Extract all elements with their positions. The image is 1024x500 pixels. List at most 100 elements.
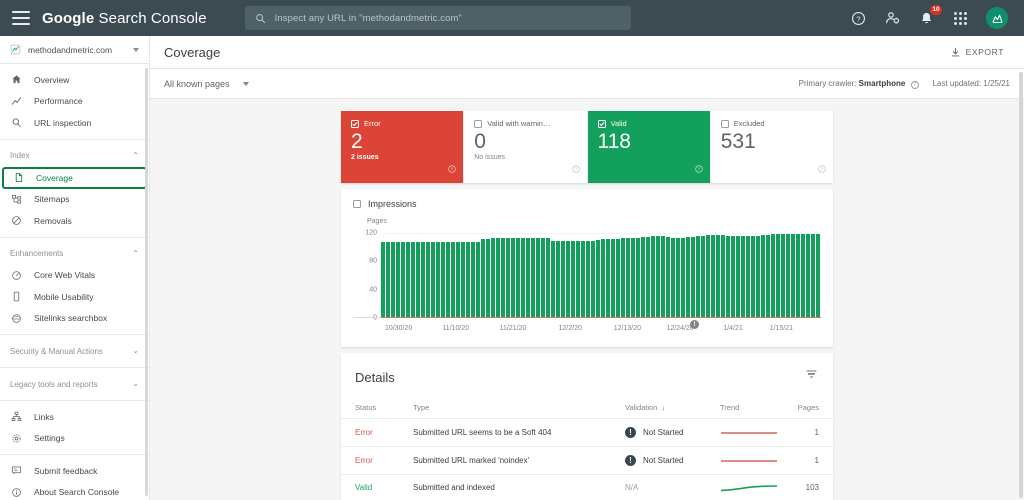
chart-bar[interactable]: [656, 236, 661, 317]
chart-bar[interactable]: [621, 238, 626, 317]
chart-bar[interactable]: [511, 237, 516, 317]
chart-bar[interactable]: [721, 234, 726, 317]
chart-bar[interactable]: [636, 237, 641, 317]
sidebar-item-sitemaps[interactable]: Sitemaps: [0, 189, 149, 211]
chart-bar[interactable]: [671, 237, 676, 317]
chart-bar[interactable]: [406, 242, 411, 317]
table-row[interactable]: Error Submitted URL seems to be a Soft 4…: [341, 418, 833, 447]
chart-bar[interactable]: [641, 237, 646, 317]
chart-bar[interactable]: [756, 235, 761, 317]
chart-bar[interactable]: [476, 242, 481, 317]
help-circle-icon[interactable]: ?: [571, 160, 580, 178]
chart-bar[interactable]: [811, 233, 816, 317]
chart-bar[interactable]: [806, 233, 811, 317]
chart-bar[interactable]: [446, 242, 451, 317]
chart-bar[interactable]: [466, 242, 471, 317]
chart-bar[interactable]: [816, 233, 821, 317]
column-header-status[interactable]: Status: [341, 399, 413, 419]
chart-bar[interactable]: [706, 234, 711, 317]
chart-bar[interactable]: [536, 237, 541, 317]
chart-bar[interactable]: [436, 242, 441, 317]
apps-grid-icon[interactable]: [952, 10, 969, 27]
sidebar-item-coverage[interactable]: Coverage: [2, 166, 147, 189]
chevron-down-icon[interactable]: ⌄: [132, 380, 139, 388]
search-input[interactable]: [274, 12, 621, 24]
chart-bar[interactable]: [686, 237, 691, 317]
chart-bar[interactable]: [676, 237, 681, 317]
checkbox-checked-icon[interactable]: [597, 119, 606, 128]
notifications-bell-icon[interactable]: 10: [918, 4, 942, 27]
property-selector[interactable]: methodandmetric.com: [0, 36, 149, 64]
chevron-down-icon[interactable]: [133, 47, 139, 52]
chart-bar[interactable]: [801, 233, 806, 317]
chart-bar[interactable]: [421, 242, 426, 317]
url-inspection-search[interactable]: [244, 6, 631, 30]
checkbox-unchecked-icon[interactable]: [474, 119, 483, 128]
chart-bar[interactable]: [501, 238, 506, 317]
chart-bar[interactable]: [531, 237, 536, 317]
account-settings-icon[interactable]: [884, 10, 901, 27]
chart-bar[interactable]: [566, 241, 571, 317]
chart-bar[interactable]: [506, 237, 511, 317]
chart-bar[interactable]: [601, 239, 606, 317]
table-row[interactable]: Error Submitted URL marked 'noindex' ! N…: [341, 446, 833, 475]
chart-bar[interactable]: [781, 234, 786, 317]
chart-bar[interactable]: [611, 239, 616, 317]
chart-bar[interactable]: [761, 234, 766, 317]
funnel-filter-icon[interactable]: [802, 365, 821, 389]
known-pages-dropdown[interactable]: All known pages: [164, 79, 249, 89]
help-circle-icon[interactable]: ?: [910, 80, 919, 89]
chart-bar[interactable]: [411, 242, 416, 317]
sidebar-group-legacy-tools[interactable]: Legacy tools and reports ⌄: [0, 373, 149, 395]
chart-bar[interactable]: [571, 241, 576, 317]
chart-bar[interactable]: [471, 242, 476, 317]
chart-bar[interactable]: [556, 241, 561, 317]
sidebar-item-submit-feedback[interactable]: Submit feedback: [0, 460, 149, 482]
chart-bar[interactable]: [481, 239, 486, 317]
chart-bar[interactable]: [741, 236, 746, 317]
chart-bar[interactable]: [496, 238, 501, 317]
chart-bar[interactable]: [651, 236, 656, 317]
sidebar-item-performance[interactable]: Performance: [0, 91, 149, 113]
chart-bar[interactable]: [666, 237, 671, 317]
chart-bar[interactable]: [696, 236, 701, 317]
chart-bar[interactable]: [486, 239, 491, 317]
chart-bar[interactable]: [731, 236, 736, 317]
chart-bar[interactable]: [726, 235, 731, 317]
sidebar-item-url-inspection[interactable]: URL inspection: [0, 112, 149, 134]
sidebar-group-index[interactable]: Index ⌃: [0, 145, 149, 167]
chart-bar[interactable]: [461, 242, 466, 317]
chart-bar[interactable]: [526, 237, 531, 317]
sidebar-scroll-region[interactable]: Overview Performance URL inspection Inde…: [0, 64, 149, 500]
chart-bar[interactable]: [381, 242, 386, 317]
chevron-down-icon[interactable]: [242, 81, 249, 86]
column-header-validation[interactable]: Validation ↓: [625, 399, 720, 419]
checkbox-unchecked-icon[interactable]: [353, 200, 361, 208]
chart-bar[interactable]: [451, 242, 456, 317]
chart-bar[interactable]: [616, 239, 621, 317]
chart-bar[interactable]: [391, 242, 396, 317]
export-button[interactable]: EXPORT: [943, 42, 1010, 62]
sidebar-item-core-web-vitals[interactable]: Core Web Vitals: [0, 265, 149, 287]
chart-bar[interactable]: [516, 237, 521, 317]
chart-bar[interactable]: [591, 240, 596, 317]
user-avatar[interactable]: [986, 7, 1008, 29]
chart-bar[interactable]: [681, 237, 686, 317]
status-card-error[interactable]: Error 2 2 issues ?: [341, 111, 465, 183]
status-card-excluded[interactable]: Excluded 531 ?: [711, 111, 833, 183]
chart-bar[interactable]: [541, 237, 546, 317]
chart-bar[interactable]: [561, 241, 566, 317]
content-scroll-area[interactable]: Error 2 2 issues ? Valid with warnin… 0 …: [150, 99, 1024, 500]
chart-bar[interactable]: [386, 242, 391, 317]
chart-bar[interactable]: [796, 234, 801, 317]
chart-bar[interactable]: [401, 242, 406, 317]
chart-bar[interactable]: [396, 242, 401, 317]
chart-bar[interactable]: [426, 242, 431, 317]
sidebar-item-settings[interactable]: Settings: [0, 428, 149, 450]
status-card-valid[interactable]: Valid 118 ?: [587, 111, 711, 183]
help-circle-icon[interactable]: ?: [448, 160, 456, 178]
chart-bar[interactable]: [766, 234, 771, 317]
chart-bar[interactable]: [581, 241, 586, 317]
sidebar-item-links[interactable]: Links: [0, 406, 149, 428]
chevron-up-icon[interactable]: ⌃: [132, 249, 139, 258]
